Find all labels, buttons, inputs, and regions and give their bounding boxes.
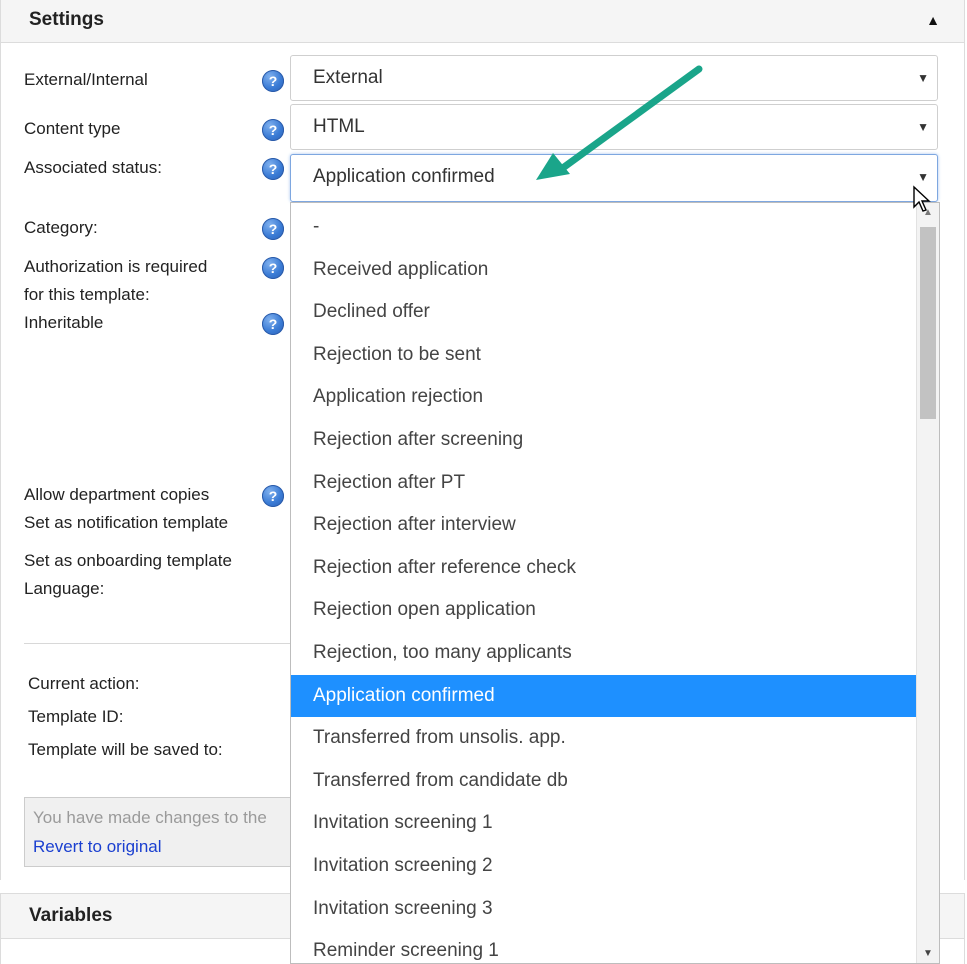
content-type-value: HTML	[313, 116, 365, 137]
help-icon[interactable]: ?	[262, 119, 284, 141]
content-type-select[interactable]: HTML ▼	[290, 104, 938, 150]
status-option[interactable]: Invitation screening 3	[291, 888, 917, 931]
settings-panel-header[interactable]: Settings ▲	[0, 0, 965, 43]
status-option[interactable]: Rejection after reference check	[291, 547, 917, 590]
status-option-selected[interactable]: Application confirmed	[291, 674, 917, 718]
notification-template-label: Set as notification template	[24, 513, 229, 532]
inheritable-label: Inheritable	[24, 313, 104, 332]
chevron-down-icon: ▼	[917, 120, 929, 134]
caret-up-icon[interactable]: ▲	[926, 12, 940, 28]
status-options: - Received application Declined offer Rejec…	[291, 206, 917, 963]
section-divider	[24, 643, 294, 644]
help-icon[interactable]: ?	[262, 158, 284, 180]
status-option[interactable]: Rejection open application	[291, 589, 917, 632]
status-dropdown-list[interactable]: - Received application Declined offer Rejec…	[290, 202, 940, 964]
current-action-label: Current action:	[28, 674, 140, 693]
status-option[interactable]: Rejection to be sent	[291, 334, 917, 377]
variables-title: Variables	[29, 905, 113, 926]
help-icon[interactable]: ?	[262, 70, 284, 92]
status-option[interactable]: -	[291, 206, 917, 249]
dropdown-scrollbar[interactable]: ▲ ▼	[916, 203, 939, 963]
authorization-label-line1: Authorization is required	[24, 257, 208, 276]
status-option[interactable]: Received application	[291, 249, 917, 292]
status-option[interactable]: Reminder screening 1	[291, 930, 917, 963]
status-option[interactable]: Invitation screening 2	[291, 845, 917, 888]
settings-title: Settings	[29, 9, 104, 30]
mouse-cursor-icon	[913, 185, 931, 212]
onboarding-template-label: Set as onboarding template	[24, 551, 232, 570]
associated-status-value: Application confirmed	[313, 166, 495, 187]
status-option[interactable]: Transferred from candidate db	[291, 760, 917, 803]
status-option[interactable]: Transferred from unsolis. app.	[291, 717, 917, 760]
status-option[interactable]: Rejection after PT	[291, 462, 917, 505]
status-option[interactable]: Rejection after interview	[291, 504, 917, 547]
revert-to-original-link[interactable]: Revert to original	[33, 837, 162, 857]
status-option[interactable]: Invitation screening 1	[291, 802, 917, 845]
external-internal-select[interactable]: External ▼	[290, 55, 938, 101]
allow-department-copies-label: Allow department copies	[24, 485, 210, 504]
external-internal-label: External/Internal	[24, 70, 148, 89]
associated-status-label: Associated status:	[24, 158, 162, 177]
help-icon[interactable]: ?	[262, 313, 284, 335]
authorization-label-line2: for this template:	[24, 285, 150, 304]
changes-notice: You have made changes to the Revert to o…	[24, 797, 299, 867]
status-option[interactable]: Rejection after screening	[291, 419, 917, 462]
content-type-label: Content type	[24, 119, 121, 138]
status-option[interactable]: Rejection, too many applicants	[291, 632, 917, 675]
status-option[interactable]: Declined offer	[291, 291, 917, 334]
associated-status-select[interactable]: Application confirmed ▼	[290, 154, 938, 202]
help-icon[interactable]: ?	[262, 257, 284, 279]
scroll-down-icon[interactable]: ▼	[923, 948, 933, 959]
help-icon[interactable]: ?	[262, 218, 284, 240]
category-label: Category:	[24, 218, 98, 237]
help-icon[interactable]: ?	[262, 485, 284, 507]
external-internal-value: External	[313, 67, 383, 88]
changes-notice-message: You have made changes to the	[33, 808, 267, 827]
scrollbar-thumb[interactable]	[920, 227, 936, 419]
chevron-down-icon: ▼	[917, 71, 929, 85]
status-option[interactable]: Application rejection	[291, 376, 917, 419]
saved-to-label: Template will be saved to:	[28, 740, 223, 759]
language-label: Language:	[24, 579, 105, 598]
template-id-label: Template ID:	[28, 707, 124, 726]
